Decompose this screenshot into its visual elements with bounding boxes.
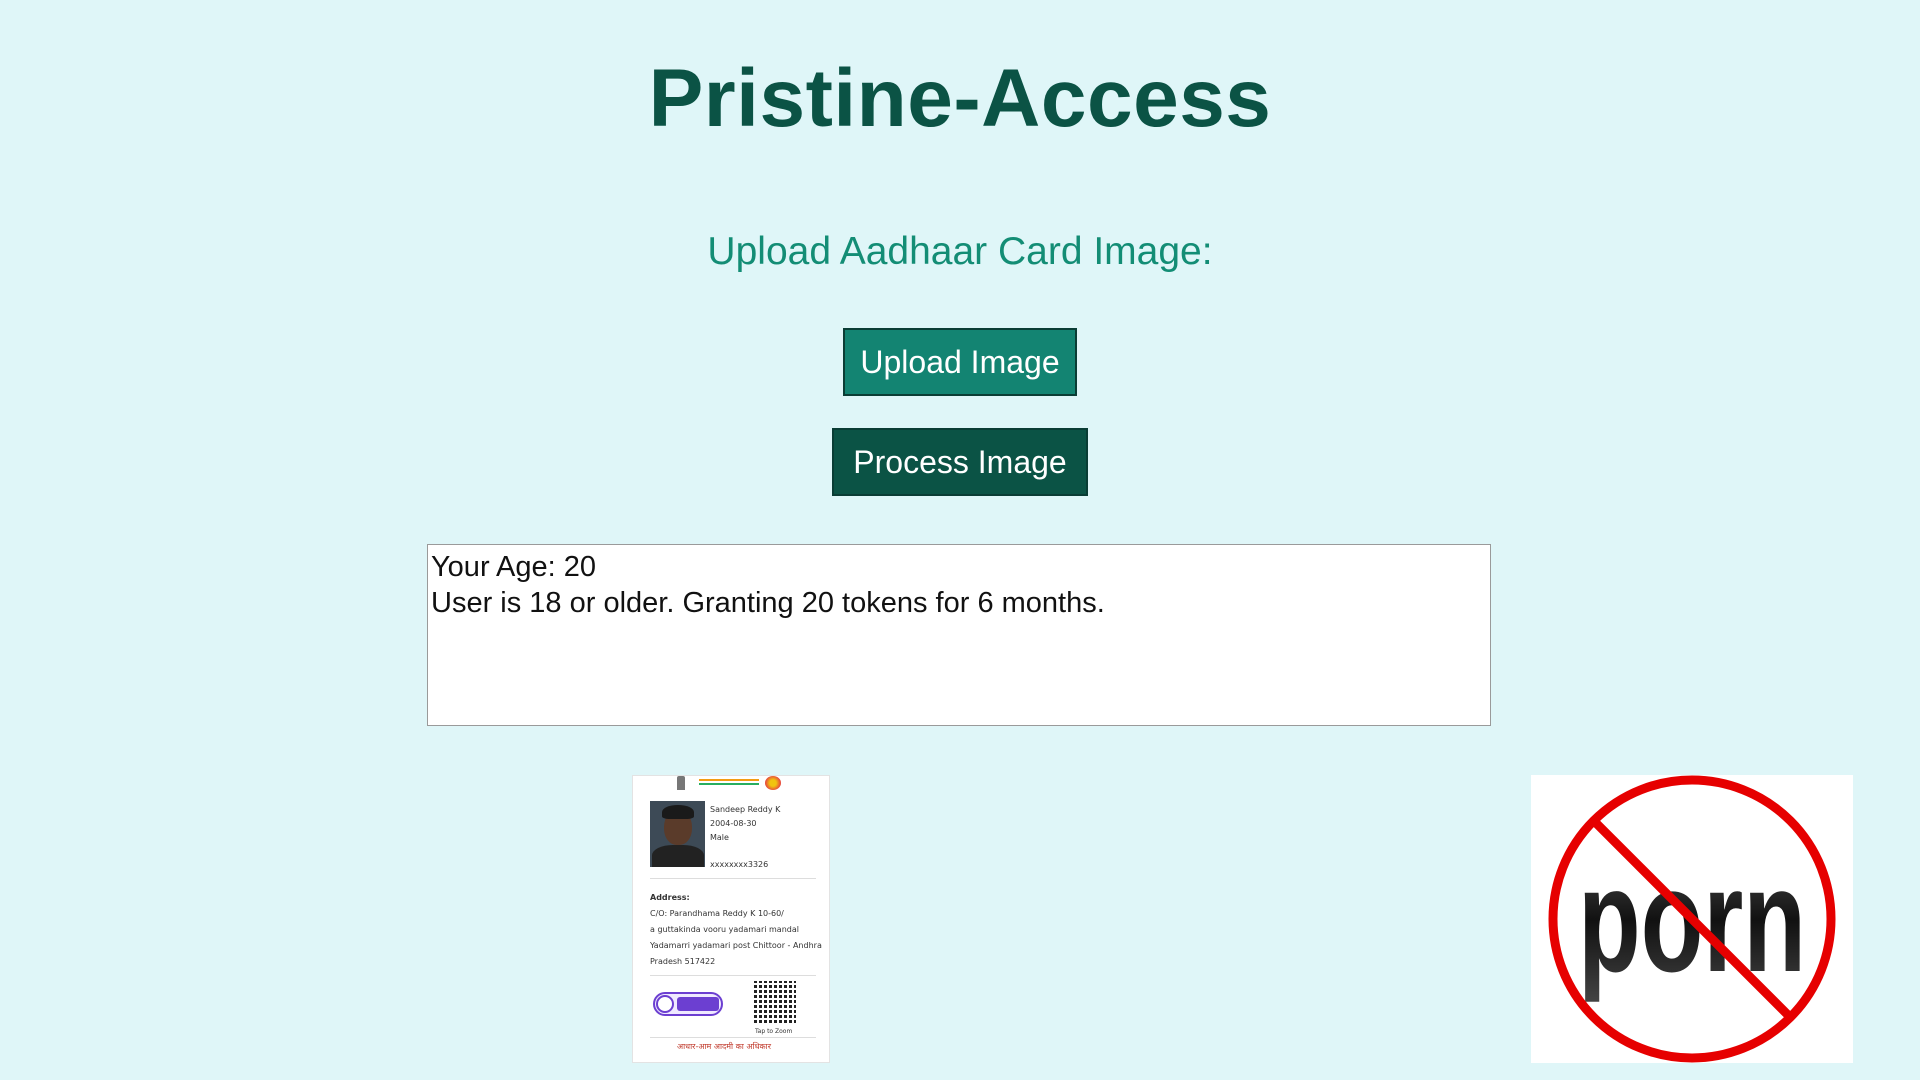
prohibition-sign-icon: porn: [1531, 775, 1853, 1063]
card-address-line: Pradesh 517422: [650, 957, 716, 966]
app-title: Pristine-Access: [648, 53, 1272, 144]
card-address-line: Yadamarri yadamari post Chittoor - Andhr…: [650, 941, 822, 950]
card-name: Sandeep Reddy K: [710, 805, 781, 814]
verified-badge-icon: [653, 992, 723, 1016]
upload-image-button[interactable]: Upload Image: [843, 328, 1077, 396]
aadhaar-logo-icon: [765, 776, 781, 790]
card-divider: [650, 975, 816, 976]
card-photo: [650, 801, 705, 867]
card-address-line: C/O: Parandhama Reddy K 10-60/: [650, 909, 784, 918]
card-number: xxxxxxxx3326: [710, 860, 769, 869]
card-gender: Male: [710, 833, 729, 842]
page: Pristine-Access Upload Aadhaar Card Imag…: [0, 0, 1920, 1080]
upload-label: Upload Aadhaar Card Image:: [707, 230, 1213, 273]
card-divider: [650, 1037, 816, 1038]
card-dob: 2004-08-30: [710, 819, 757, 828]
card-header: [633, 776, 829, 794]
tricolor-bar: [699, 779, 759, 785]
card-address-heading: Address:: [650, 893, 690, 902]
process-image-button[interactable]: Process Image: [832, 428, 1088, 496]
age-result-line: Your Age: 20: [431, 551, 597, 583]
qr-code-icon: [754, 981, 796, 1023]
card-footer: आधार-आम आदमी का अधिकार: [677, 1042, 772, 1051]
card-address-line: a guttakinda vooru yadamari mandal: [650, 925, 799, 934]
card-divider: [650, 878, 816, 879]
national-emblem-icon: [677, 776, 685, 790]
result-textarea[interactable]: Your Age: 20 User is 18 or older. Granti…: [427, 544, 1491, 726]
aadhaar-card-preview: Sandeep Reddy K 2004-08-30 Male xxxxxxxx…: [632, 775, 830, 1063]
qr-caption: Tap to Zoom: [755, 1028, 793, 1035]
token-grant-line: User is 18 or older. Granting 20 tokens …: [431, 587, 1105, 619]
